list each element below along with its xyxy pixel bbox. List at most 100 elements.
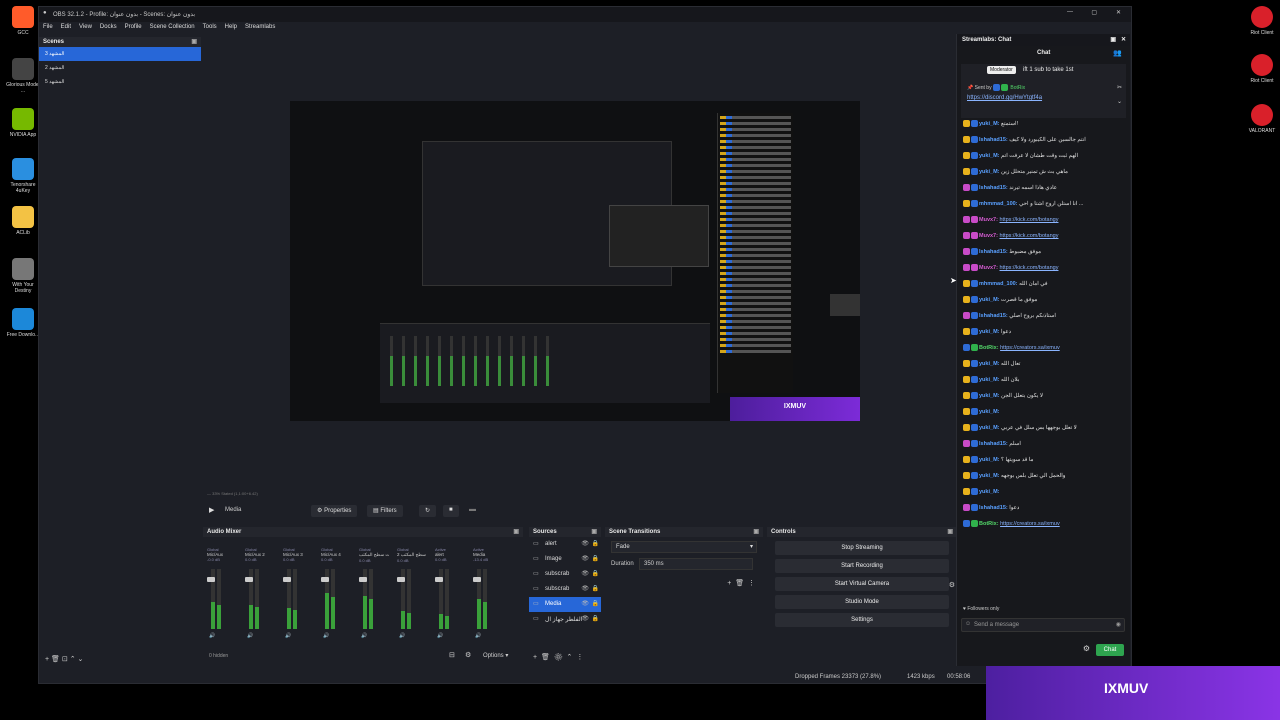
minimize-button[interactable]: —: [1067, 9, 1073, 15]
dock-undock-icon[interactable]: ▣: [1110, 36, 1116, 43]
remove-source-icon[interactable]: 🗑: [541, 654, 550, 661]
chat-username[interactable]: yuki_M:: [979, 393, 999, 399]
dock-undock-icon[interactable]: ▣: [591, 528, 597, 535]
chat-username[interactable]: yuki_M:: [979, 169, 999, 175]
emote-icon[interactable]: ☺: [965, 621, 971, 627]
studio-mode-button[interactable]: Studio Mode: [775, 595, 949, 609]
speaker-icon[interactable]: 🔊: [475, 633, 481, 639]
menu-view[interactable]: View: [79, 24, 92, 30]
virtual-camera-settings-icon[interactable]: ⚙: [949, 581, 955, 589]
scene-item[interactable]: 2 المشهد: [39, 61, 201, 75]
chat-username[interactable]: mhmmad_100:: [979, 281, 1018, 287]
volume-fader[interactable]: [397, 577, 405, 582]
remove-transition-icon[interactable]: 🗑: [735, 580, 744, 587]
move-down-icon[interactable]: ⌄: [78, 656, 84, 663]
chat-username[interactable]: yuki_M:: [979, 425, 999, 431]
chat-link[interactable]: https://kick.com/botangy: [999, 233, 1058, 239]
chat-username[interactable]: yuki_M:: [979, 361, 999, 367]
layout-icon[interactable]: ⊟: [449, 651, 455, 659]
chat-link[interactable]: https://creators.sa/ixmuv: [1000, 521, 1060, 527]
unpin-icon[interactable]: ✂: [1117, 84, 1122, 91]
chat-username[interactable]: Muvx7:: [979, 265, 998, 271]
settings-button[interactable]: Settings: [775, 613, 949, 627]
menu-docks[interactable]: Docks: [100, 24, 117, 30]
chat-username[interactable]: BotRix:: [979, 521, 999, 527]
dock-undock-icon[interactable]: ▣: [513, 528, 519, 535]
lock-icon[interactable]: 🔒: [592, 615, 599, 622]
dock-undock-icon[interactable]: ▣: [191, 38, 197, 45]
visibility-eye-icon[interactable]: 👁: [581, 615, 589, 622]
chat-username[interactable]: lshahad15:: [979, 313, 1008, 319]
restart-button[interactable]: ↻: [419, 505, 437, 517]
chat-link[interactable]: https://kick.com/botangy: [999, 265, 1058, 271]
speaker-icon[interactable]: 🔊: [437, 633, 443, 639]
more-icon[interactable]: ▬: [469, 506, 476, 513]
chat-username[interactable]: yuki_M:: [979, 473, 999, 479]
chat-message-input[interactable]: ☺ Send a message ◉: [961, 618, 1125, 632]
lock-icon[interactable]: 🔒: [592, 585, 599, 592]
dock-undock-icon[interactable]: ▣: [753, 528, 759, 535]
source-item[interactable]: ▭ الفلطر جهاز ال 👁 🔒: [529, 612, 601, 627]
chat-username[interactable]: lshahad15:: [979, 185, 1008, 191]
volume-fader[interactable]: [283, 577, 291, 582]
move-up-icon[interactable]: ⌃: [567, 654, 573, 661]
menu-file[interactable]: File: [43, 24, 53, 30]
menu-streamlabs[interactable]: Streamlabs: [245, 24, 275, 30]
chat-username[interactable]: mhmmad_100:: [979, 201, 1018, 207]
play-icon[interactable]: ▶: [209, 506, 214, 514]
desktop-shortcut[interactable]: With Your Destiny: [6, 258, 40, 294]
stop-streaming-button[interactable]: Stop Streaming: [775, 541, 949, 555]
chat-username[interactable]: Muvx7:: [979, 217, 998, 223]
desktop-shortcut[interactable]: GCC: [6, 6, 40, 36]
emoji-icon[interactable]: ◉: [1116, 621, 1121, 628]
start-virtual-camera-button[interactable]: Start Virtual Camera: [775, 577, 949, 591]
chat-settings-icon[interactable]: ⚙: [1083, 644, 1090, 653]
visibility-eye-icon[interactable]: 👁: [581, 600, 589, 607]
desktop-shortcut[interactable]: Tenorshare 4uKey: [6, 158, 40, 194]
chat-username[interactable]: lshahad15:: [979, 249, 1008, 255]
chat-username[interactable]: yuki_M:: [979, 457, 999, 463]
chat-link[interactable]: https://creators.sa/ixmuv: [1000, 345, 1060, 351]
add-transition-icon[interactable]: +: [727, 580, 731, 587]
speaker-icon[interactable]: 🔊: [323, 633, 329, 639]
source-settings-icon[interactable]: ⚙: [554, 654, 563, 661]
speaker-icon[interactable]: 🔊: [361, 633, 367, 639]
desktop-shortcut[interactable]: Free Downlo...: [6, 308, 40, 338]
volume-fader[interactable]: [359, 577, 367, 582]
desktop-shortcut[interactable]: Glorious Model ...: [6, 58, 40, 94]
remove-scene-icon[interactable]: 🗑: [51, 656, 62, 663]
duration-field[interactable]: 350 ms: [639, 558, 753, 570]
menu-profile[interactable]: Profile: [125, 24, 142, 30]
chat-username[interactable]: lshahad15:: [979, 137, 1008, 143]
lock-icon[interactable]: 🔒: [592, 570, 599, 577]
volume-fader[interactable]: [473, 577, 481, 582]
add-source-icon[interactable]: +: [533, 654, 537, 661]
menu-help[interactable]: Help: [225, 24, 237, 30]
speaker-icon[interactable]: 🔊: [399, 633, 405, 639]
chat-username[interactable]: BotRix:: [979, 345, 999, 351]
close-icon[interactable]: ✕: [1121, 36, 1126, 43]
dock-undock-icon[interactable]: ▣: [947, 528, 953, 535]
chat-username[interactable]: yuki_M:: [979, 121, 999, 127]
start-recording-button[interactable]: Start Recording: [775, 559, 949, 573]
mixer-options-button[interactable]: Options ▾: [483, 652, 508, 659]
stop-media-button[interactable]: ■: [443, 505, 459, 517]
speaker-icon[interactable]: 🔊: [247, 633, 253, 639]
visibility-eye-icon[interactable]: 👁: [581, 585, 589, 592]
visibility-eye-icon[interactable]: 👁: [581, 555, 589, 562]
visibility-eye-icon[interactable]: 👁: [581, 540, 589, 547]
desktop-shortcut[interactable]: ACLib: [6, 206, 40, 236]
menu-edit[interactable]: Edit: [61, 24, 71, 30]
maximize-button[interactable]: ▢: [1091, 9, 1097, 16]
filters-button[interactable]: ▤ Filters: [367, 505, 403, 517]
chat-username[interactable]: yuki_M:: [979, 329, 999, 335]
source-item[interactable]: ▭ Media 👁 🔒: [529, 597, 601, 612]
volume-fader[interactable]: [207, 577, 215, 582]
chat-username[interactable]: yuki_M:: [979, 489, 999, 495]
desktop-shortcut[interactable]: VALORANT: [1244, 104, 1280, 134]
menu-scene-collection[interactable]: Scene Collection: [150, 24, 195, 30]
close-button[interactable]: ✕: [1116, 9, 1121, 16]
volume-fader[interactable]: [245, 577, 253, 582]
transition-select[interactable]: Fade ▾: [611, 541, 757, 553]
transition-more-icon[interactable]: ⋮: [748, 580, 755, 587]
